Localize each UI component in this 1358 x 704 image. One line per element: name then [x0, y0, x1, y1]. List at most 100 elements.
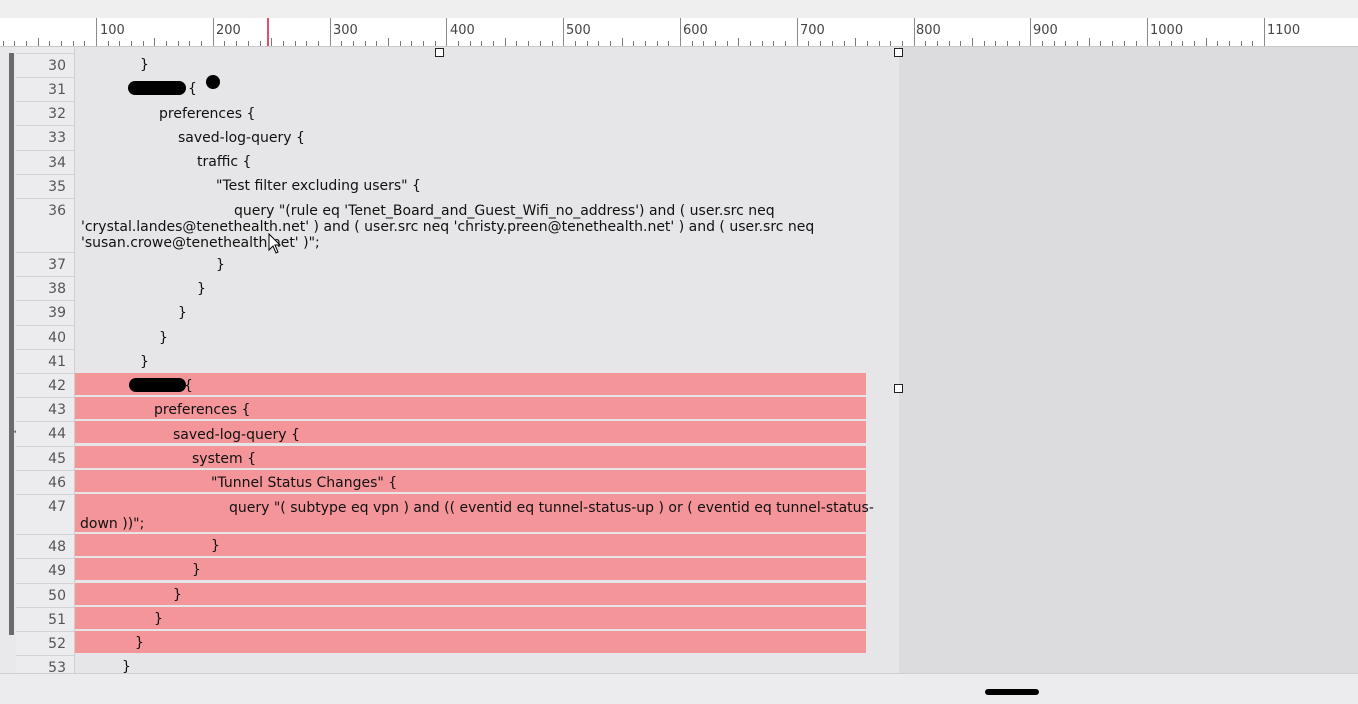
line-number: 48	[16, 534, 74, 558]
ruler-tick	[680, 18, 681, 46]
ruler-tick	[260, 41, 261, 46]
code-line: }	[178, 305, 187, 321]
line-number: 47	[16, 494, 74, 534]
ruler-tick	[236, 41, 237, 46]
ruler-tick	[750, 41, 751, 46]
ruler-tick	[14, 41, 15, 46]
ruler-label-200: 200	[216, 23, 241, 38]
ruler-tick	[879, 41, 880, 46]
ruler-tick	[481, 41, 482, 46]
ruler-tick	[400, 41, 401, 46]
line-number: 40	[16, 325, 74, 349]
ruler-tick	[423, 41, 424, 46]
highlight-row-52	[75, 631, 866, 653]
canvas-outside-area	[899, 47, 1358, 673]
ruler-tick	[49, 41, 50, 46]
ruler-tick	[341, 41, 342, 46]
ruler-tick	[458, 41, 459, 46]
ruler-tick	[797, 18, 798, 46]
scrollbar-thumb[interactable]	[985, 689, 1039, 695]
code-line: system {	[192, 451, 256, 467]
ruler-tick	[388, 38, 389, 46]
line-number: 46	[16, 470, 74, 494]
top-strip	[0, 0, 1358, 18]
ruler-cursor-marker[interactable]	[267, 18, 269, 46]
ruler-tick	[984, 41, 985, 46]
ruler-tick	[446, 18, 447, 46]
ruler-tick	[1054, 41, 1055, 46]
ruler-tick	[1019, 41, 1020, 46]
ruler-tick	[283, 41, 284, 46]
line-number: 52	[16, 631, 74, 655]
code-line: }	[192, 562, 201, 578]
ruler-tick	[914, 18, 915, 46]
ruler-tick	[353, 41, 354, 46]
ruler-tick	[108, 41, 109, 46]
ruler-tick	[96, 18, 97, 46]
ruler-tick	[610, 41, 611, 46]
redaction-mark	[128, 81, 186, 95]
highlight-row-51	[75, 607, 866, 629]
ruler-tick	[131, 41, 132, 46]
ruler-tick	[318, 41, 319, 46]
ruler-tick	[552, 41, 553, 46]
line-number: 42	[16, 373, 74, 397]
ruler-tick	[738, 38, 739, 46]
line-number: 30	[16, 53, 74, 77]
left-margin-bar	[9, 53, 14, 635]
ruler-label-900: 900	[1033, 23, 1058, 38]
code-line: 'susan.crowe@tenethealth.net' )";	[81, 235, 320, 251]
ruler-tick	[808, 41, 809, 46]
selection-handle-icon[interactable]	[894, 48, 903, 57]
highlight-row-50	[75, 583, 866, 605]
ruler-tick	[1229, 41, 1230, 46]
selection-handle-icon[interactable]	[435, 48, 444, 57]
ruler-tick	[890, 41, 891, 46]
code-line: query "(rule eq 'Tenet_Board_and_Guest_W…	[234, 203, 775, 219]
ruler-tick	[587, 41, 588, 46]
ruler-label-1000: 1000	[1150, 23, 1184, 38]
ruler-tick	[703, 41, 704, 46]
line-number: 50	[16, 583, 74, 607]
selection-handle-icon[interactable]	[894, 384, 903, 393]
ruler-tick	[1159, 41, 1160, 46]
ruler-tick	[528, 41, 529, 46]
code-line: preferences {	[154, 402, 251, 418]
ruler-tick	[1042, 41, 1043, 46]
redaction-dot	[206, 75, 220, 89]
ruler-label-700: 700	[800, 23, 825, 38]
ruler-tick	[470, 41, 471, 46]
ruler-tick	[1136, 41, 1137, 46]
ruler-tick	[201, 41, 202, 46]
ruler-tick	[306, 41, 307, 46]
ruler-tick	[773, 41, 774, 46]
ruler-tick	[762, 41, 763, 46]
ruler-tick	[960, 41, 961, 46]
line-number: 34	[16, 150, 74, 174]
ruler-tick	[1264, 18, 1265, 46]
code-line: preferences {	[159, 106, 256, 122]
line-number: 37	[16, 252, 74, 276]
line-number: 36	[16, 198, 74, 255]
code-editor[interactable]: 30 31 32 33 34 35 36 37 38 39 40 41 42 4…	[16, 47, 899, 673]
ruler-tick	[178, 41, 179, 46]
ruler-tick	[84, 41, 85, 46]
line-number: 44	[16, 421, 74, 445]
ruler-tick	[1030, 18, 1031, 46]
bottom-scrollbar[interactable]	[0, 673, 1358, 704]
ruler-tick	[189, 41, 190, 46]
line-number: 41	[16, 349, 74, 373]
ruler-tick	[645, 41, 646, 46]
code-line: }	[140, 354, 149, 370]
line-number: 33	[16, 125, 74, 149]
code-line: }	[140, 57, 149, 73]
ruler-tick	[1077, 41, 1078, 46]
ruler-tick	[248, 41, 249, 46]
ruler-tick	[785, 41, 786, 46]
code-line: }	[173, 587, 182, 603]
code-line: }	[197, 281, 206, 297]
ruler-tick	[1100, 41, 1101, 46]
ruler-tick	[224, 41, 225, 46]
ruler-tick	[1241, 41, 1242, 46]
ruler-tick	[1089, 38, 1090, 46]
